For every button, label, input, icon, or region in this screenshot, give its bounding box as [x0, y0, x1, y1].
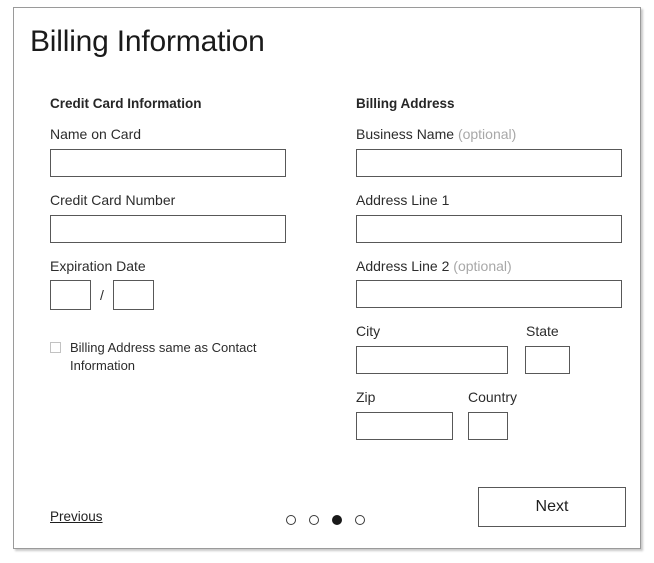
label-country: Country: [468, 389, 517, 406]
country-input[interactable]: [468, 412, 508, 440]
label-business-name-text: Business Name: [356, 126, 454, 142]
previous-link[interactable]: Previous: [50, 509, 103, 524]
credit-card-information-section: Credit Card Information Name on Card Cre…: [50, 96, 350, 374]
city-state-labels: City State: [356, 323, 626, 346]
billing-same-as-contact-row[interactable]: Billing Address same as Contact Informat…: [50, 339, 350, 374]
label-credit-card-number: Credit Card Number: [50, 192, 350, 209]
step-dot-3[interactable]: [332, 515, 342, 525]
step-indicator: [286, 515, 378, 525]
label-zip: Zip: [356, 389, 453, 406]
address-line-2-input[interactable]: [356, 280, 622, 308]
field-zip-country: Zip Country: [356, 389, 626, 440]
label-name-on-card: Name on Card: [50, 126, 350, 143]
label-address-line-2-text: Address Line 2: [356, 258, 449, 274]
label-address-line-1: Address Line 1: [356, 192, 626, 209]
name-on-card-input[interactable]: [50, 149, 286, 177]
zip-country-inputs: [356, 412, 626, 440]
field-name-on-card: Name on Card: [50, 126, 350, 177]
business-name-optional-tag: (optional): [458, 126, 516, 142]
field-business-name: Business Name (optional): [356, 126, 626, 177]
address-line-1-input[interactable]: [356, 215, 622, 243]
step-dot-4[interactable]: [355, 515, 365, 525]
label-expiration-date: Expiration Date: [50, 258, 350, 275]
label-state: State: [526, 323, 559, 340]
credit-card-number-input[interactable]: [50, 215, 286, 243]
billing-same-as-contact-checkbox[interactable]: [50, 342, 61, 353]
city-input[interactable]: [356, 346, 508, 374]
expiration-month-input[interactable]: [50, 280, 91, 310]
zip-country-labels: Zip Country: [356, 389, 626, 412]
step-dot-1[interactable]: [286, 515, 296, 525]
zip-input[interactable]: [356, 412, 453, 440]
field-address-line-1: Address Line 1: [356, 192, 626, 243]
label-city: City: [356, 323, 508, 340]
field-address-line-2: Address Line 2 (optional): [356, 258, 626, 309]
expiration-year-input[interactable]: [113, 280, 154, 310]
expiration-date-row: /: [50, 280, 350, 310]
next-button[interactable]: Next: [478, 487, 626, 527]
section-heading-billing-address: Billing Address: [356, 96, 626, 111]
state-input[interactable]: [525, 346, 570, 374]
billing-address-section: Billing Address Business Name (optional)…: [356, 96, 626, 455]
section-heading-credit-card: Credit Card Information: [50, 96, 350, 111]
city-state-inputs: [356, 346, 626, 374]
address-line-2-optional-tag: (optional): [453, 258, 511, 274]
billing-information-card: Billing Information Credit Card Informat…: [13, 7, 641, 549]
billing-same-as-contact-label: Billing Address same as Contact Informat…: [70, 339, 285, 374]
label-address-line-2: Address Line 2 (optional): [356, 258, 626, 275]
field-city-state: City State: [356, 323, 626, 374]
field-expiration-date: Expiration Date /: [50, 258, 350, 311]
label-business-name: Business Name (optional): [356, 126, 626, 143]
business-name-input[interactable]: [356, 149, 622, 177]
expiration-separator: /: [100, 287, 104, 303]
page-title: Billing Information: [30, 25, 265, 59]
field-credit-card-number: Credit Card Number: [50, 192, 350, 243]
step-dot-2[interactable]: [309, 515, 319, 525]
